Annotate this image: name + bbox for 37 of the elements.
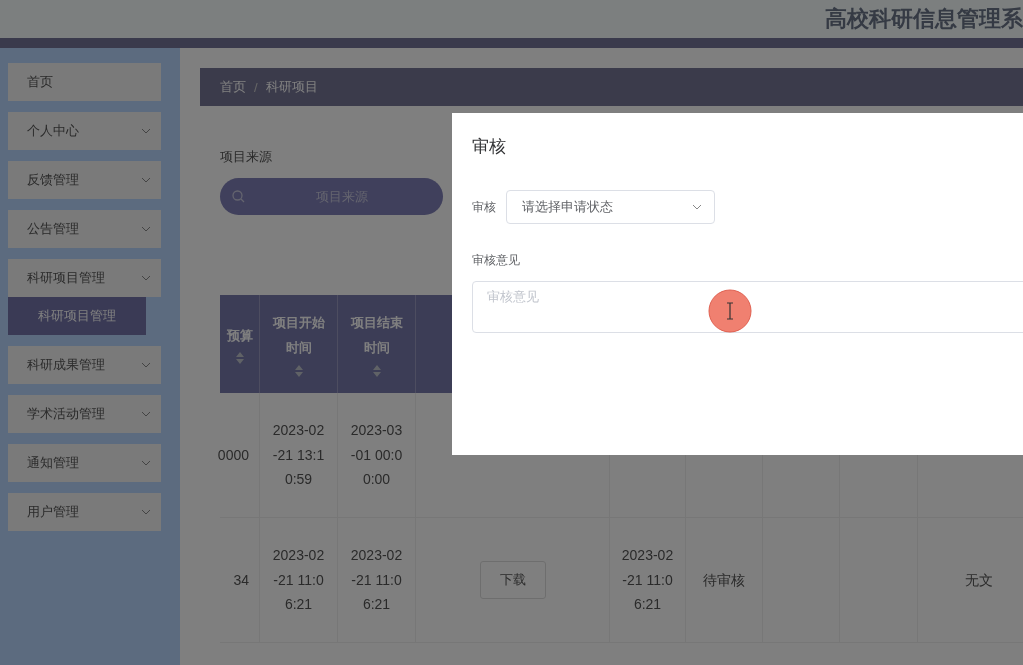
app-title: 高校科研信息管理系: [825, 5, 1023, 33]
column-title: 预算: [226, 326, 253, 345]
sidebar-item[interactable]: 科研项目管理: [8, 259, 161, 297]
cell-text: 2023-02-21 13:10:59: [271, 421, 326, 490]
cell-text: 34: [233, 570, 249, 590]
sidebar-item[interactable]: 反馈管理: [8, 161, 161, 199]
field-label: 审核: [472, 198, 496, 216]
column-title: 项目开始时间: [272, 314, 325, 357]
cell-text: 待审核: [703, 570, 745, 590]
cell-text: 2023-02-21 11:06:21: [349, 546, 404, 615]
cell-text: 2023-02-21 11:06:21: [271, 546, 326, 615]
sidebar-item[interactable]: 学术活动管理: [8, 395, 161, 433]
sidebar-item[interactable]: 公告管理: [8, 210, 161, 248]
sidebar-item[interactable]: 通知管理: [8, 444, 161, 482]
submenu-item[interactable]: 科研项目管理: [8, 297, 146, 335]
cell-text: 2023-03-01 00:00:00: [349, 421, 404, 490]
sidebar-item[interactable]: 科研成果管理: [8, 346, 161, 384]
download-button[interactable]: 下载: [479, 561, 546, 599]
cell-text: 0000: [217, 445, 249, 465]
cell-text: 无文: [964, 570, 993, 590]
cell-text: 2023-02-21 11:06:21: [620, 546, 675, 615]
sort-icon[interactable]: [372, 364, 381, 377]
status-select[interactable]: 请选择申请状态: [506, 190, 715, 224]
sort-icon[interactable]: [235, 352, 244, 365]
chevron-down-icon: [692, 204, 702, 210]
dialog-title: 审核: [472, 136, 507, 158]
breadcrumb-separator: /: [254, 79, 258, 95]
comment-field[interactable]: 审核意见: [472, 281, 1023, 333]
column-title: 项目结束时间: [350, 314, 403, 357]
breadcrumb-link[interactable]: 科研项目: [265, 78, 318, 96]
search-label: 项目来源: [220, 148, 272, 166]
field-label: 审核意见: [472, 253, 520, 267]
sidebar-item[interactable]: 个人中心: [8, 112, 161, 150]
sort-icon[interactable]: [294, 364, 303, 377]
cursor-highlight-icon: [708, 289, 752, 333]
sidebar-item[interactable]: 首页: [8, 63, 161, 101]
sidebar-item[interactable]: 用户管理: [8, 493, 161, 531]
